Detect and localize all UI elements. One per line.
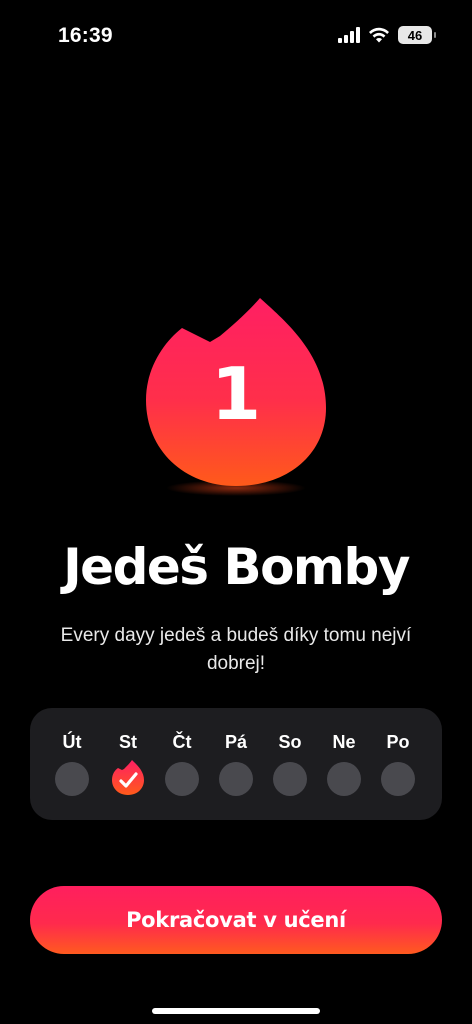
day-sat: So [268, 732, 312, 796]
day-label: Čt [172, 732, 192, 752]
wifi-icon [369, 27, 389, 43]
status-icons: 46 [338, 26, 436, 44]
page-title: Jedeš Bomby [63, 538, 410, 596]
status-time: 16:39 [58, 24, 113, 47]
day-status-dot [381, 762, 415, 796]
day-status-dot [219, 762, 253, 796]
day-status-dot [165, 762, 199, 796]
day-sun: Ne [322, 732, 366, 796]
signal-icon [338, 27, 360, 43]
streak-flame: 1 [136, 290, 336, 500]
battery-level: 46 [407, 27, 423, 43]
day-label: Po [386, 732, 410, 752]
streak-count: 1 [210, 352, 262, 436]
day-label: Út [62, 732, 82, 752]
battery-icon: 46 [398, 26, 436, 44]
flame-check-icon [112, 760, 144, 795]
day-label: Pá [224, 732, 248, 752]
day-fri: Pá [214, 732, 258, 796]
day-thu: Čt [160, 732, 204, 796]
continue-learning-button[interactable]: Pokračovat v učení [30, 886, 442, 954]
day-mon: Po [376, 732, 420, 796]
page-subtitle: Every dayy jedeš a budeš díky tomu nejví… [60, 625, 412, 674]
day-wed: St [106, 732, 150, 796]
day-label: St [119, 732, 137, 752]
day-status-dot [273, 762, 307, 796]
day-tue: Út [50, 732, 94, 796]
home-indicator[interactable] [152, 1008, 320, 1014]
day-label: Ne [332, 732, 356, 752]
day-status-dot [327, 762, 361, 796]
day-status-dot [111, 760, 145, 796]
day-status-dot [55, 762, 89, 796]
day-label: So [278, 732, 302, 752]
week-streak-card: Út St Čt Pá So Ne Po [30, 708, 442, 820]
status-bar: 16:39 46 [0, 0, 472, 70]
